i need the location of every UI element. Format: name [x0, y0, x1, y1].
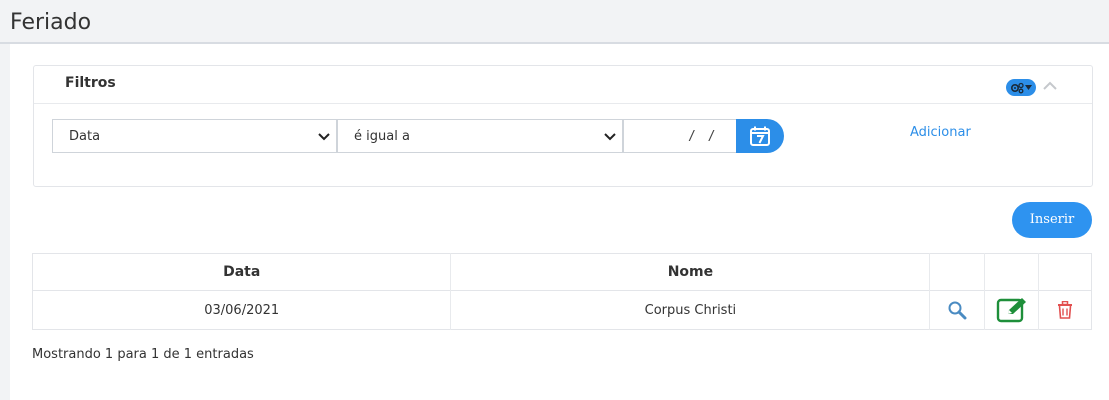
view-cell — [929, 290, 986, 330]
pagination-info: Mostrando 1 para 1 de 1 entradas — [32, 347, 254, 362]
table-row: 03/06/2021 Corpus Christi — [32, 290, 1092, 330]
caret-down-icon — [1025, 85, 1032, 90]
add-filter-link[interactable]: Adicionar — [910, 125, 971, 140]
page-title: Feriado — [10, 10, 92, 35]
date-input-mask: / / — [688, 129, 718, 144]
filter-field-select[interactable]: Data — [52, 119, 337, 153]
filter-settings-button[interactable] — [1006, 79, 1036, 96]
insert-button[interactable]: Inserir — [1012, 202, 1092, 238]
edit-icon — [996, 298, 1026, 323]
filter-operator-select[interactable]: é igual a — [337, 119, 623, 153]
filters-header: Filtros — [34, 66, 1092, 104]
filter-date-input[interactable]: / / — [623, 119, 737, 153]
column-header-view — [929, 253, 986, 291]
edit-button[interactable] — [985, 291, 1038, 329]
edit-cell — [984, 290, 1040, 330]
holiday-table: Data Nome 03/06/2021 Corpus Christi — [32, 253, 1092, 330]
page-header: Feriado — [0, 0, 1109, 44]
filters-title: Filtros — [65, 75, 116, 91]
filter-field-value: Data — [69, 129, 101, 144]
chevron-down-icon — [604, 133, 616, 141]
trash-icon — [1058, 301, 1073, 319]
content-panel: Filtros Data é igual a / / Adicionar Ins… — [10, 44, 1109, 400]
view-button[interactable] — [930, 291, 984, 329]
column-header-nome[interactable]: Nome — [450, 253, 931, 291]
column-header-edit — [984, 253, 1040, 291]
delete-cell — [1039, 291, 1092, 330]
filter-operator-value: é igual a — [354, 129, 410, 144]
calendar-icon — [750, 126, 770, 146]
delete-button[interactable] — [1039, 291, 1091, 329]
gears-icon — [1010, 82, 1024, 93]
column-header-delete — [1039, 254, 1092, 291]
chevron-up-icon[interactable] — [1043, 81, 1057, 91]
cell-nome: Corpus Christi — [450, 290, 931, 330]
chevron-down-icon — [318, 133, 330, 141]
cell-data: 03/06/2021 — [32, 290, 452, 330]
filters-panel: Filtros Data é igual a / / Adicionar — [33, 65, 1093, 187]
search-icon — [948, 301, 967, 320]
date-picker-button[interactable] — [736, 119, 784, 153]
column-header-data[interactable]: Data — [32, 253, 452, 291]
table-header-row: Data Nome — [32, 253, 1092, 291]
